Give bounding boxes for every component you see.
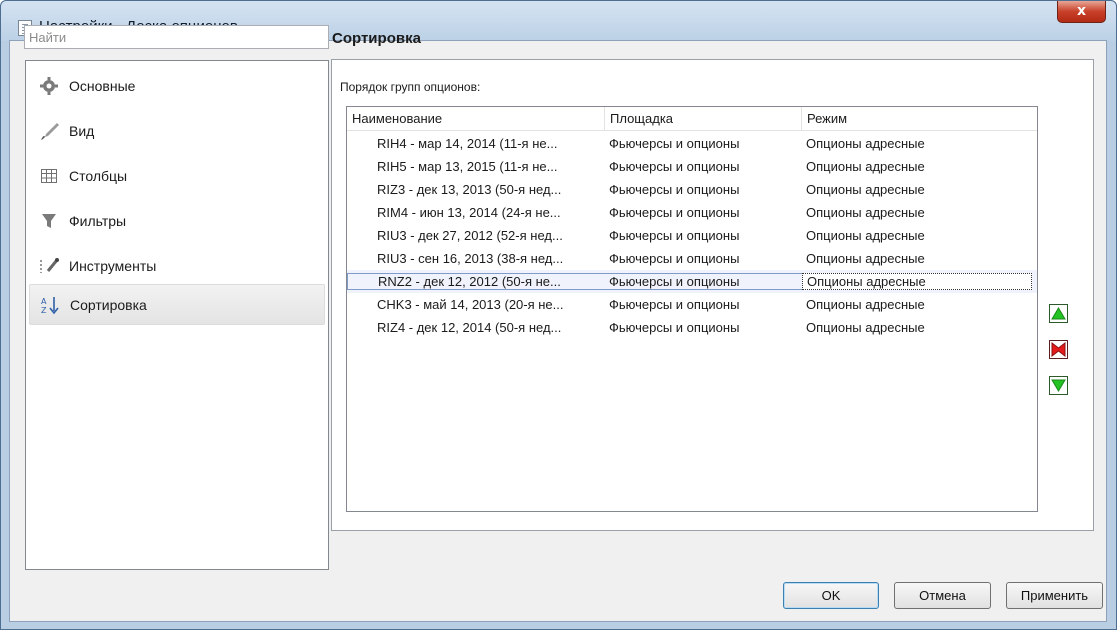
cell-mode: Опционы адресные bbox=[806, 159, 925, 174]
cell-place: Фьючерсы и опционы bbox=[609, 320, 740, 335]
list-rows: RIH4 - мар 14, 2014 (11-я не... Фьючерсы … bbox=[347, 131, 1037, 339]
cell-name: RIM4 - июн 13, 2014 (24-я не... bbox=[377, 205, 561, 220]
svg-text:A: A bbox=[41, 297, 47, 306]
column-header-place[interactable]: Площадка bbox=[605, 107, 802, 130]
sidebar-item-label: Вид bbox=[69, 122, 95, 139]
delete-icon bbox=[1051, 342, 1066, 357]
table-icon bbox=[38, 165, 60, 187]
column-header-name[interactable]: Наименование bbox=[347, 107, 605, 130]
cell-mode: Опционы адресные bbox=[806, 251, 925, 266]
sidebar-item-sorting[interactable]: AZ Сортировка bbox=[29, 284, 325, 325]
cell-mode: Опционы адресные bbox=[806, 228, 925, 243]
cell-mode: Опционы адресные bbox=[806, 182, 925, 197]
brush-icon bbox=[38, 120, 60, 142]
sidebar-item-label: Сортировка bbox=[70, 296, 147, 313]
cell-place: Фьючерсы и опционы bbox=[609, 251, 740, 266]
cell-mode: Опционы адресные bbox=[806, 320, 925, 335]
sidebar-item-label: Фильтры bbox=[69, 212, 127, 229]
svg-text:Z: Z bbox=[41, 306, 47, 315]
list-header: Наименование Площадка Режим bbox=[347, 107, 1037, 131]
cell-place: Фьючерсы и опционы bbox=[609, 136, 740, 151]
sort-az-icon: AZ bbox=[39, 294, 61, 316]
settings-sidebar: Основные Вид Столбцы Фильтры Инструменты… bbox=[25, 60, 329, 570]
move-up-icon bbox=[1051, 307, 1066, 320]
cell-name: RIH4 - мар 14, 2014 (11-я не... bbox=[377, 136, 558, 151]
delete-button[interactable] bbox=[1049, 340, 1068, 359]
sidebar-item-filters[interactable]: Фильтры bbox=[29, 200, 325, 241]
cell-name: RNZ2 - дек 12, 2012 (50-я не... bbox=[347, 273, 605, 290]
table-row[interactable]: RNZ2 - дек 12, 2012 (50-я не... Фьючерсы … bbox=[347, 270, 1037, 293]
cell-place: Фьючерсы и опционы bbox=[609, 228, 740, 243]
column-header-mode[interactable]: Режим bbox=[802, 107, 1032, 130]
cell-name: RIU3 - сен 16, 2013 (38-я нед... bbox=[377, 251, 564, 266]
table-row[interactable]: CHK3 - май 14, 2013 (20-я не... Фьючерсы … bbox=[347, 293, 1037, 316]
option-groups-list[interactable]: Наименование Площадка Режим RIH4 - мар 1… bbox=[346, 106, 1038, 512]
table-row[interactable]: RIU3 - сен 16, 2013 (38-я нед... Фьючерсы… bbox=[347, 247, 1037, 270]
group-order-label: Порядок групп опционов: bbox=[340, 80, 481, 94]
section-title: Сортировка bbox=[332, 30, 421, 47]
sidebar-item-label: Основные bbox=[69, 77, 136, 94]
cancel-button[interactable]: Отмена bbox=[894, 582, 991, 609]
cell-mode: Опционы адресные bbox=[806, 205, 925, 220]
cell-mode: Опционы адресные bbox=[806, 136, 925, 151]
move-down-icon bbox=[1051, 379, 1066, 392]
cell-mode: Опционы адресные bbox=[806, 297, 925, 312]
gear-icon bbox=[38, 75, 60, 97]
table-row[interactable]: RIZ3 - дек 13, 2013 (50-я нед... Фьючерсы… bbox=[347, 178, 1037, 201]
tools-icon bbox=[38, 255, 60, 277]
table-row[interactable]: RIZ4 - дек 12, 2014 (50-я нед... Фьючерсы… bbox=[347, 316, 1037, 339]
cell-place: Фьючерсы и опционы bbox=[605, 273, 802, 290]
table-row[interactable]: RIH5 - мар 13, 2015 (11-я не... Фьючерсы … bbox=[347, 155, 1037, 178]
move-up-button[interactable] bbox=[1049, 304, 1068, 323]
sidebar-item-general[interactable]: Основные bbox=[29, 65, 325, 106]
table-row[interactable]: RIH4 - мар 14, 2014 (11-я не... Фьючерсы … bbox=[347, 132, 1037, 155]
sidebar-item-label: Столбцы bbox=[69, 167, 128, 184]
table-row[interactable]: RIU3 - дек 27, 2012 (52-я нед... Фьючерсы… bbox=[347, 224, 1037, 247]
table-row[interactable]: RIM4 - июн 13, 2014 (24-я не... Фьючерсы … bbox=[347, 201, 1037, 224]
sidebar-item-label: Инструменты bbox=[69, 257, 157, 274]
cell-place: Фьючерсы и опционы bbox=[609, 159, 740, 174]
cell-mode: Опционы адресные bbox=[802, 273, 1032, 290]
cell-name: RIU3 - дек 27, 2012 (52-я нед... bbox=[377, 228, 563, 243]
cell-place: Фьючерсы и опционы bbox=[609, 182, 740, 197]
sidebar-item-view[interactable]: Вид bbox=[29, 110, 325, 151]
apply-button[interactable]: Применить bbox=[1006, 582, 1103, 609]
close-button[interactable]: x bbox=[1057, 1, 1106, 23]
cell-name: RIZ4 - дек 12, 2014 (50-я нед... bbox=[377, 320, 562, 335]
cell-place: Фьючерсы и опционы bbox=[609, 205, 740, 220]
search-input[interactable] bbox=[24, 25, 329, 49]
cell-name: CHK3 - май 14, 2013 (20-я не... bbox=[377, 297, 564, 312]
cell-place: Фьючерсы и опционы bbox=[609, 297, 740, 312]
sidebar-item-tools[interactable]: Инструменты bbox=[29, 245, 325, 286]
cell-name: RIZ3 - дек 13, 2013 (50-я нед... bbox=[377, 182, 562, 197]
filter-icon bbox=[38, 210, 60, 232]
ok-button[interactable]: OK bbox=[783, 582, 879, 609]
move-down-button[interactable] bbox=[1049, 376, 1068, 395]
cell-name: RIH5 - мар 13, 2015 (11-я не... bbox=[377, 159, 558, 174]
sidebar-item-columns[interactable]: Столбцы bbox=[29, 155, 325, 196]
